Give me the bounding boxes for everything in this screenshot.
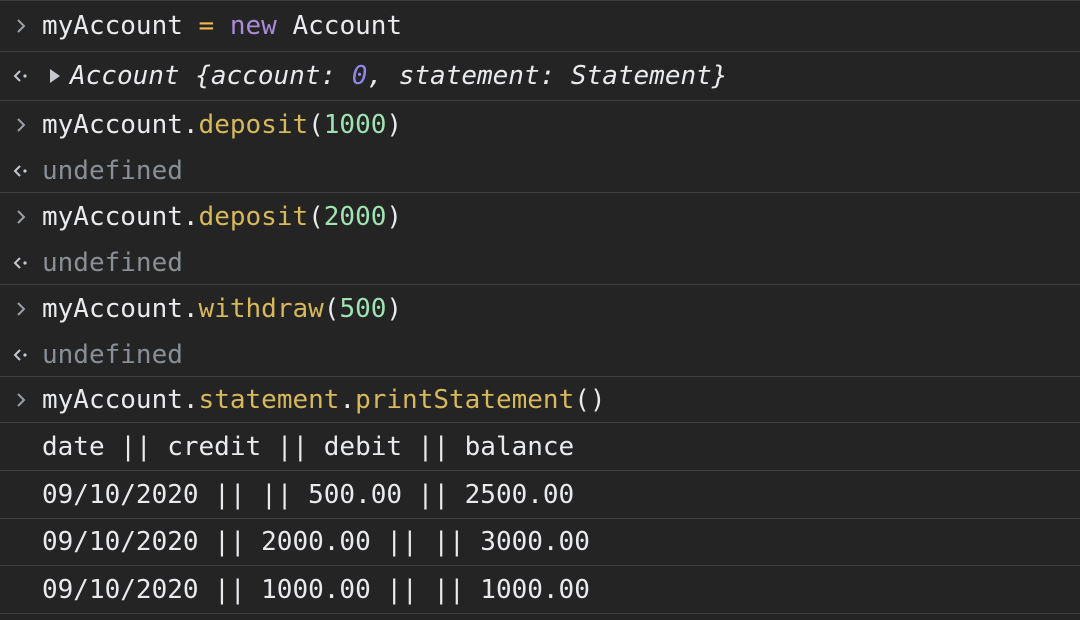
object-preview-text: Account {account: (70, 61, 352, 91)
console-input-code: myAccount. withdraw(500) (42, 294, 402, 324)
console-input-code: myAccount. statement. printStatement() (42, 385, 606, 415)
console-log-row: 09/10/2020 || 2000.00 || || 3000.00 (0, 519, 1080, 566)
return-arrow-icon (0, 68, 42, 84)
chevron-right-icon (0, 209, 42, 225)
code-dot: . (339, 384, 356, 415)
object-preview-text: , statement: Statement} (367, 61, 728, 91)
console-log-row: 09/10/2020 || 1000.00 || || 1000.00 (0, 566, 1080, 614)
chevron-right-icon (0, 18, 42, 34)
code-operator: = (182, 11, 230, 41)
console-input-code: myAccount. deposit(2000) (42, 202, 402, 232)
chevron-right-icon (0, 301, 42, 317)
code-identifier: myAccount. (42, 202, 199, 232)
code-method: printStatement (355, 384, 575, 415)
code-number: 1000 (323, 110, 387, 140)
code-identifier: myAccount. (42, 384, 199, 415)
code-method: deposit (198, 202, 309, 232)
expand-triangle-icon[interactable] (50, 69, 60, 83)
object-preview[interactable]: Account {account: 0, statement: Statemen… (70, 61, 727, 91)
console-output-row: undefined (0, 241, 1080, 285)
chevron-right-icon (0, 392, 42, 408)
code-identifier: myAccount (42, 11, 183, 41)
chevron-right-icon (0, 117, 42, 133)
code-property: statement (198, 384, 340, 415)
statement-line: 09/10/2020 || 1000.00 || || 1000.00 (42, 574, 590, 605)
code-method: withdraw (198, 294, 324, 324)
console-input-row[interactable]: myAccount. deposit(1000) (0, 101, 1080, 149)
return-arrow-icon (0, 255, 42, 271)
code-paren: ) (386, 294, 403, 324)
console-log-row: date || credit || debit || balance (0, 423, 1080, 471)
code-identifier: myAccount. (42, 294, 199, 324)
code-method: deposit (198, 110, 309, 140)
code-paren: ( (308, 202, 324, 232)
console-input-code: myAccount. deposit(1000) (42, 110, 402, 140)
console-input-row[interactable]: myAccount = new Account (0, 1, 1080, 52)
console-output-value: undefined (42, 247, 183, 278)
code-paren: ) (386, 110, 403, 140)
console-output-row[interactable]: Account {account: 0, statement: Statemen… (0, 52, 1080, 101)
object-preview-number: 0 (351, 61, 368, 91)
statement-line: 09/10/2020 || || 500.00 || 2500.00 (42, 479, 575, 510)
devtools-console: myAccount = new Account Account {account… (0, 0, 1080, 620)
code-identifier: myAccount. (42, 110, 199, 140)
code-paren: () (574, 384, 606, 415)
code-number: 2000 (323, 202, 387, 232)
console-output-value: undefined (42, 155, 183, 186)
console-input-row[interactable]: myAccount. statement. printStatement() (0, 377, 1080, 423)
console-output-value: undefined (42, 339, 183, 370)
console-log-row: 09/10/2020 || || 500.00 || 2500.00 (0, 471, 1080, 519)
return-arrow-icon (0, 347, 42, 363)
statement-line: 09/10/2020 || 2000.00 || || 3000.00 (42, 527, 590, 557)
code-paren: ( (308, 110, 324, 140)
code-identifier: Account (276, 11, 403, 41)
code-number: 500 (339, 294, 387, 324)
return-arrow-icon (0, 163, 42, 179)
statement-header: date || credit || debit || balance (42, 431, 575, 462)
code-paren: ) (386, 202, 403, 232)
console-output-row: undefined (0, 333, 1080, 377)
code-keyword: new (229, 11, 277, 41)
code-paren: ( (323, 294, 340, 324)
console-input-row[interactable]: myAccount. deposit(2000) (0, 193, 1080, 241)
console-input-code: myAccount = new Account (42, 11, 402, 41)
console-input-row[interactable]: myAccount. withdraw(500) (0, 285, 1080, 333)
console-output-row: undefined (0, 149, 1080, 193)
